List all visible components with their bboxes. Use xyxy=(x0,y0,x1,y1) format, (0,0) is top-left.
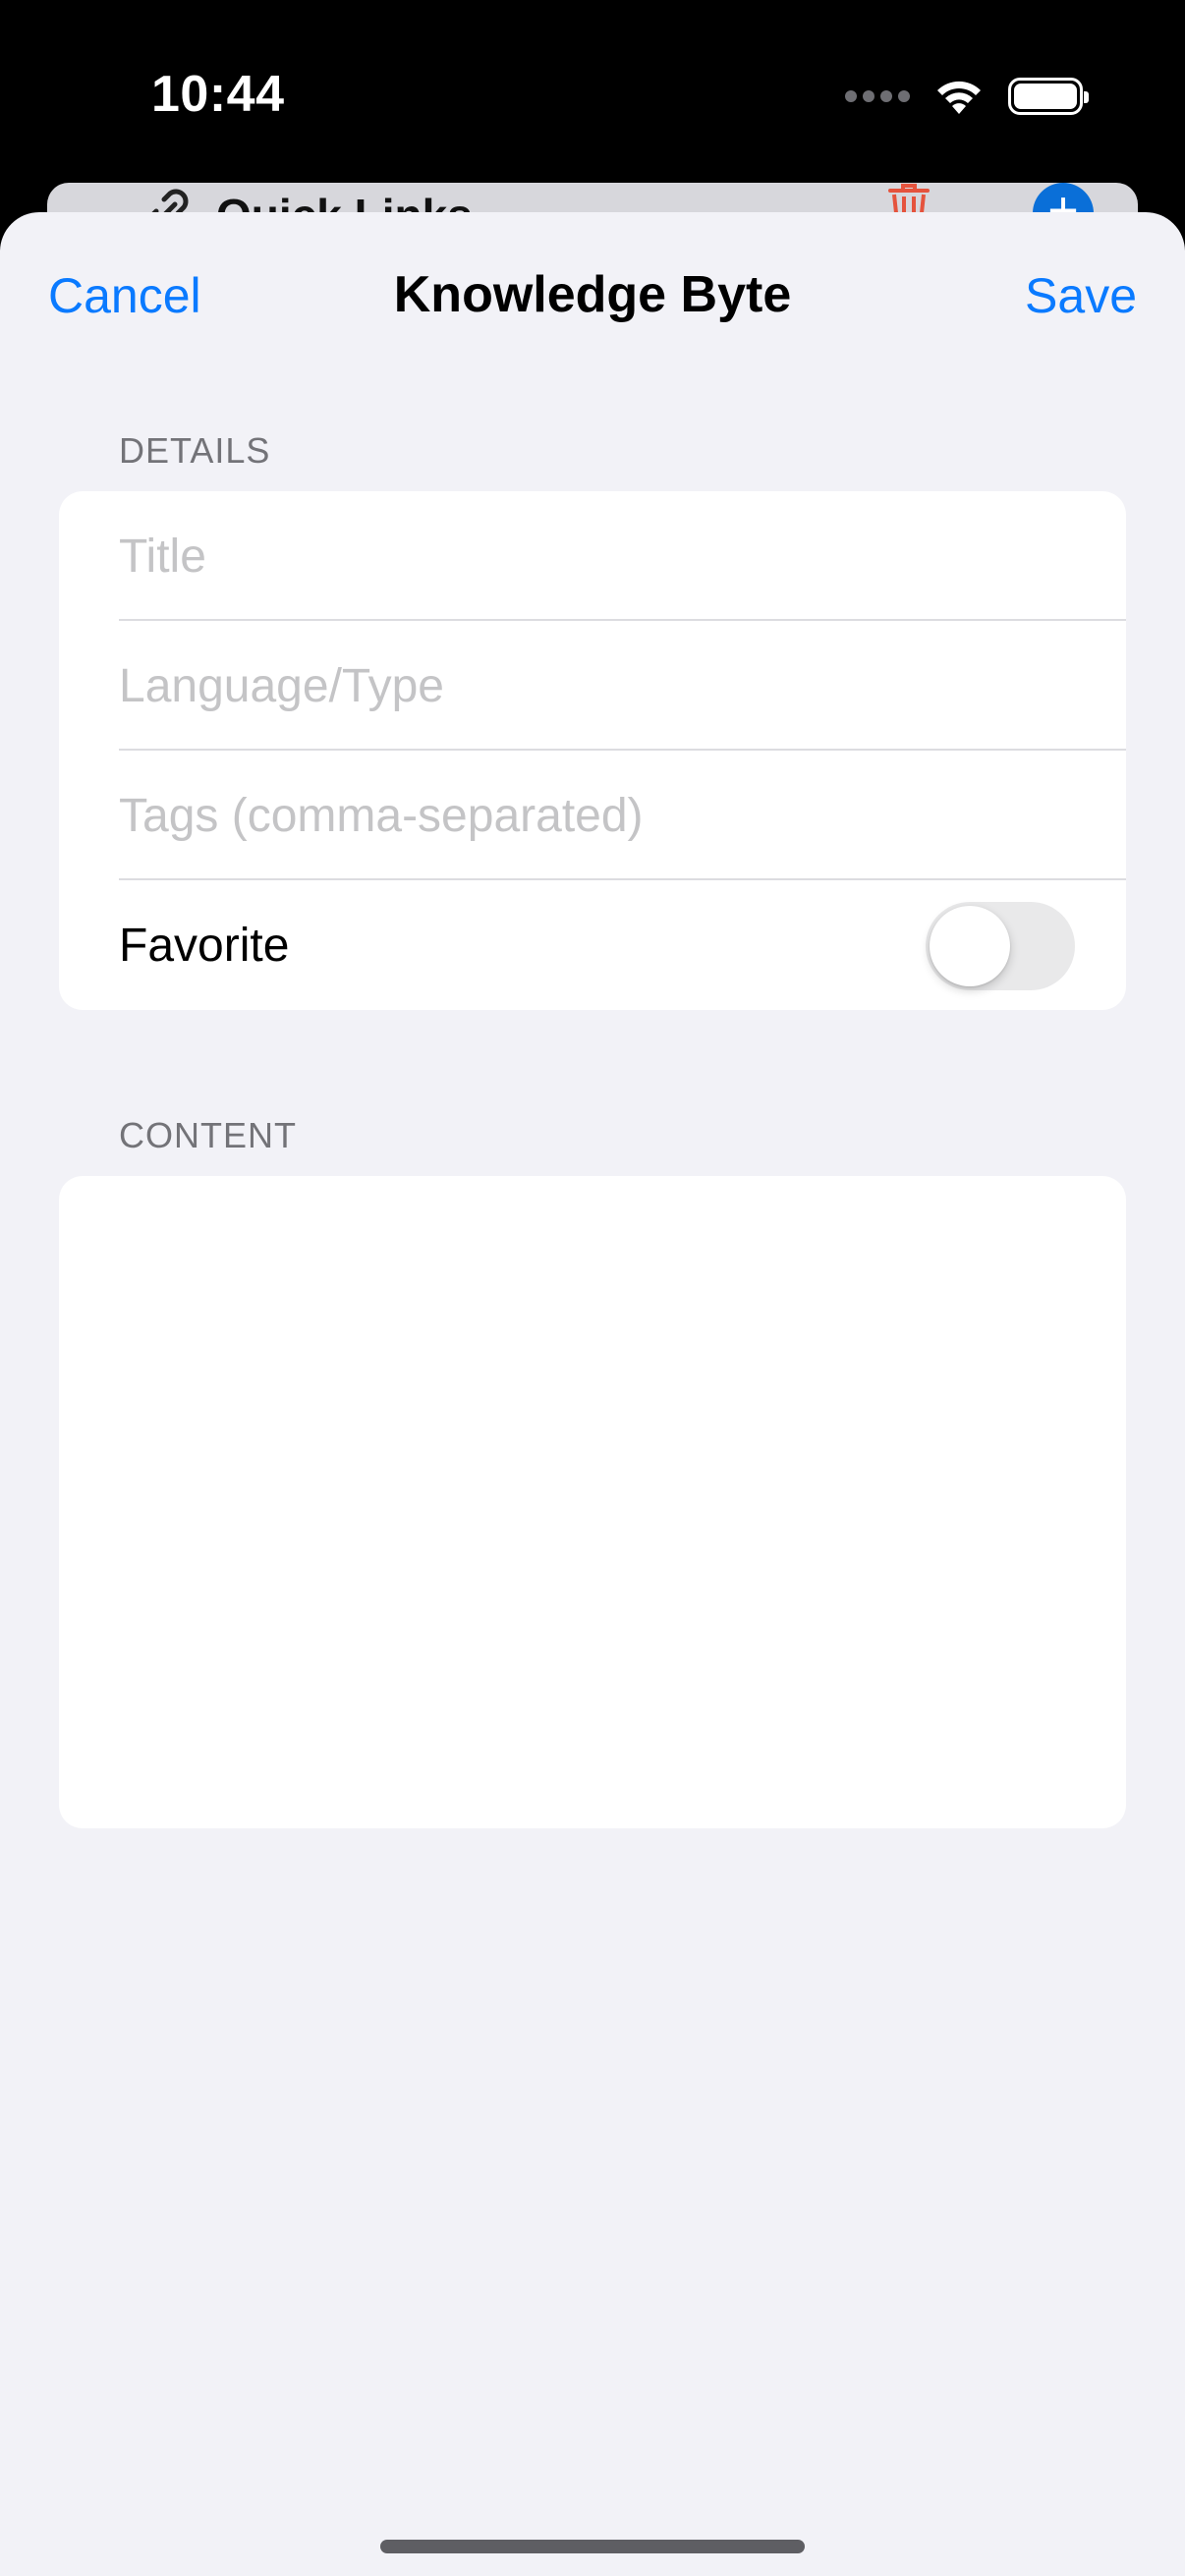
favorite-toggle[interactable] xyxy=(926,902,1075,990)
language-type-field[interactable] xyxy=(119,621,1126,751)
tags-row xyxy=(59,751,1126,880)
title-field[interactable] xyxy=(119,491,1126,621)
details-group: Favorite xyxy=(59,491,1126,1010)
language-row xyxy=(59,621,1126,751)
wifi-icon xyxy=(937,81,981,114)
battery-icon xyxy=(1008,78,1089,115)
screen: 10:44 Quick Links + Cancel xyxy=(0,0,1185,2576)
content-section-header: CONTENT xyxy=(119,1115,297,1155)
knowledge-byte-sheet: Cancel Knowledge Byte Save DETAILS Favor… xyxy=(0,212,1185,2576)
content-editor xyxy=(59,1176,1126,1828)
details-section-header: DETAILS xyxy=(119,430,271,471)
sheet-title: Knowledge Byte xyxy=(393,266,792,323)
status-icons xyxy=(845,73,1089,120)
status-time: 10:44 xyxy=(151,66,285,123)
favorite-row: Favorite xyxy=(59,880,1126,1010)
content-text-area[interactable] xyxy=(59,1176,1126,1828)
title-row xyxy=(59,491,1126,621)
cellular-signal-icon xyxy=(845,90,910,102)
toggle-knob xyxy=(930,906,1010,986)
tags-field[interactable] xyxy=(119,751,1126,880)
favorite-label: Favorite xyxy=(119,919,290,972)
save-button[interactable]: Save xyxy=(1025,267,1137,324)
home-indicator xyxy=(380,2540,805,2553)
